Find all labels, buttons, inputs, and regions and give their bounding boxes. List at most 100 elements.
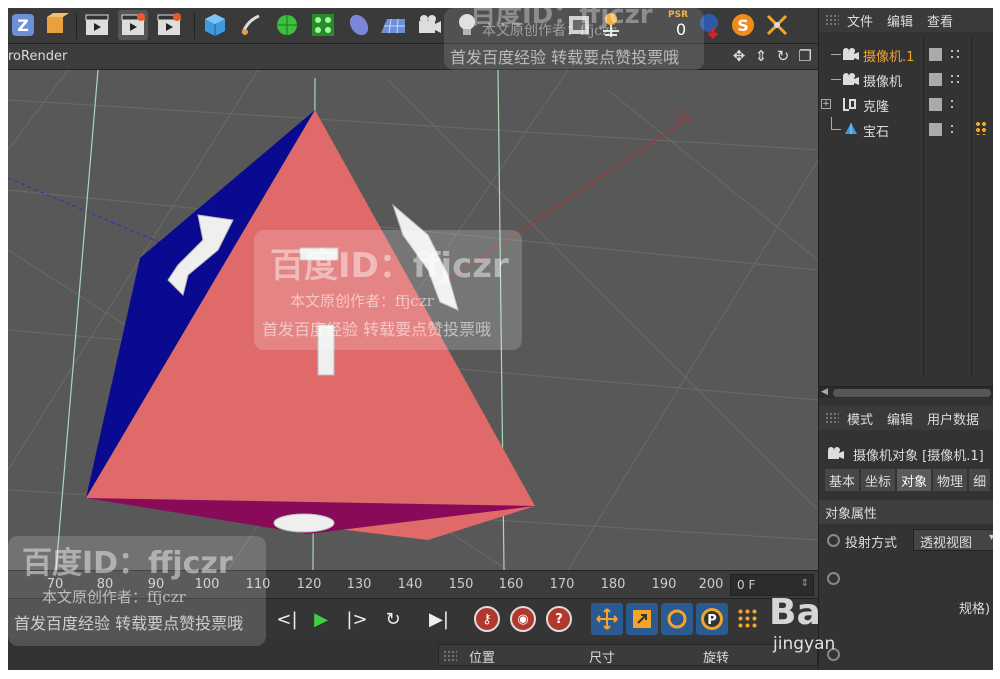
move-arrows-icon — [596, 608, 618, 630]
visibility-toggle[interactable] — [929, 73, 942, 86]
key-icon: ⚷ — [474, 606, 500, 632]
object-row-camera[interactable]: 摄像机 — [819, 67, 993, 92]
menu-mode[interactable]: 模式 — [847, 409, 873, 428]
menu-edit[interactable]: 编辑 — [887, 11, 913, 30]
record-key-button[interactable]: ⚷ — [472, 605, 502, 633]
cinema4d-window: Z PSR 0 S roRender ✥ ⇕ ↻ ❐ 百度ID：ffjczr 本… — [8, 8, 993, 670]
render-view-icon[interactable] — [82, 10, 112, 40]
tab-physical[interactable]: 物理 — [933, 469, 968, 491]
camera-object-icon — [828, 447, 844, 459]
watermark-author-bottom: 本文原创作者：ffjczr — [42, 588, 186, 606]
object-row-gem[interactable]: 宝石 — [819, 117, 993, 142]
size-label: 尺寸 — [589, 651, 616, 666]
dots-grid-button[interactable] — [732, 603, 764, 635]
parameter-button[interactable]: P — [696, 603, 728, 635]
tab-basic[interactable]: 基本 — [825, 469, 860, 491]
cloner-icon[interactable] — [308, 10, 338, 40]
visibility-toggle[interactable] — [929, 48, 942, 61]
menu-file[interactable]: 文件 — [847, 11, 873, 30]
render-region-icon[interactable] — [118, 10, 148, 40]
tick-label: 150 — [448, 577, 474, 592]
gem-object-icon — [845, 123, 857, 134]
move-icon[interactable]: ✥ — [730, 47, 748, 65]
material-tag-icon[interactable] — [975, 121, 987, 135]
projection-row: 投射方式 透视视图 ▾ — [819, 526, 993, 554]
grip-icon — [825, 412, 839, 424]
option-radio[interactable] — [827, 572, 840, 585]
rotate-icon[interactable]: ↻ — [774, 47, 792, 65]
rotation-label: 旋转 — [703, 651, 730, 666]
watermark-notice-top: 首发百度经验 转载要点赞投票哦 — [450, 48, 680, 67]
attributes-object-title: 摄像机对象 [摄像机.1] — [853, 449, 984, 464]
camera-object-icon — [843, 73, 859, 85]
p-icon: P — [701, 608, 723, 630]
tick-label: 170 — [549, 577, 575, 592]
script-icon[interactable]: S — [728, 10, 758, 40]
coordinate-system-icon[interactable] — [40, 10, 70, 40]
visibility-toggle[interactable] — [929, 98, 942, 111]
tab-details[interactable]: 细 — [969, 469, 991, 491]
tick-label: 160 — [498, 577, 524, 592]
scale-tool-button[interactable] — [626, 603, 658, 635]
scroll-thumb[interactable] — [833, 389, 991, 397]
tag-icon[interactable] — [949, 73, 961, 86]
attributes-title: 摄像机对象 [摄像机.1] — [819, 440, 993, 466]
menu-view[interactable]: 查看 — [927, 11, 953, 30]
object-row-cloner[interactable]: + 克隆 — [819, 92, 993, 117]
svg-text:S: S — [737, 16, 749, 35]
tick-label: 120 — [296, 577, 322, 592]
projection-select[interactable]: 透视视图 ▾ — [913, 529, 993, 551]
tick-label: 200 — [698, 577, 724, 592]
viewport-title: roRender — [8, 49, 68, 64]
tag-icon[interactable] — [949, 123, 955, 136]
subdivision-icon[interactable] — [272, 10, 302, 40]
menu-edit-attr[interactable]: 编辑 — [887, 409, 913, 428]
move-tool-button[interactable] — [591, 603, 623, 635]
grip-icon — [443, 650, 457, 662]
object-name: 宝石 — [863, 125, 890, 140]
tab-coordinates[interactable]: 坐标 — [861, 469, 896, 491]
horizontal-scrollbar[interactable]: ◀ — [819, 386, 993, 398]
object-list: 摄像机.1 摄像机 + 克隆 宝石 — [819, 36, 993, 388]
auto-key-button[interactable]: ◉ — [508, 605, 538, 633]
tick-label: 140 — [397, 577, 423, 592]
svg-text:Z: Z — [17, 16, 29, 35]
render-settings-icon[interactable] — [154, 10, 184, 40]
tick-label: 190 — [651, 577, 677, 592]
pen-icon[interactable] — [236, 10, 266, 40]
prev-frame-button[interactable]: <| — [272, 605, 302, 633]
keyframe-help-button[interactable]: ? — [544, 605, 574, 633]
svg-text:P: P — [707, 613, 717, 628]
watermark-brand: 百度ID：ffjczr — [270, 246, 509, 286]
go-to-end-button[interactable]: ▶| — [424, 605, 454, 633]
tab-object[interactable]: 对象 — [897, 469, 932, 491]
projection-label: 投射方式 — [845, 536, 898, 551]
projection-radio[interactable] — [827, 534, 840, 547]
watermark-logo-sub: jingyan — [773, 634, 836, 654]
visibility-toggle[interactable] — [929, 123, 942, 136]
spinner-icon[interactable]: ⇕ — [801, 578, 809, 589]
expand-icon[interactable]: + — [821, 99, 831, 109]
deformer-icon[interactable] — [344, 10, 374, 40]
cube-icon[interactable] — [200, 10, 230, 40]
object-manager-menu: 文件 编辑 查看 — [819, 8, 993, 32]
tag-icon[interactable] — [949, 48, 961, 61]
tick-label: 130 — [346, 577, 372, 592]
floor-icon[interactable] — [378, 10, 408, 40]
tag-icon[interactable] — [949, 98, 955, 111]
object-properties-section[interactable]: 对象属性 — [819, 500, 993, 524]
rotate-tool-button[interactable] — [661, 603, 693, 635]
pan-icon[interactable]: ⇕ — [752, 47, 770, 65]
maximize-icon[interactable]: ❐ — [796, 47, 814, 65]
object-row-camera-1[interactable]: 摄像机.1 — [819, 42, 993, 67]
menu-user-data[interactable]: 用户数据 — [927, 409, 979, 428]
next-frame-button[interactable]: |> — [342, 605, 372, 633]
plugin-icon[interactable] — [762, 10, 792, 40]
loop-button[interactable]: ↻ — [378, 605, 408, 633]
3d-viewport[interactable]: 百度ID：ffjczr 本文原创作者：ffjczr 首发百度经验 转载要点赞投票… — [8, 70, 818, 570]
chevron-down-icon: ▾ — [988, 532, 993, 543]
camera-icon[interactable] — [414, 10, 444, 40]
attributes-menu: 模式 编辑 用户数据 — [819, 406, 993, 430]
z-axis-icon[interactable]: Z — [8, 10, 38, 40]
play-button[interactable]: ▶ — [306, 605, 336, 633]
